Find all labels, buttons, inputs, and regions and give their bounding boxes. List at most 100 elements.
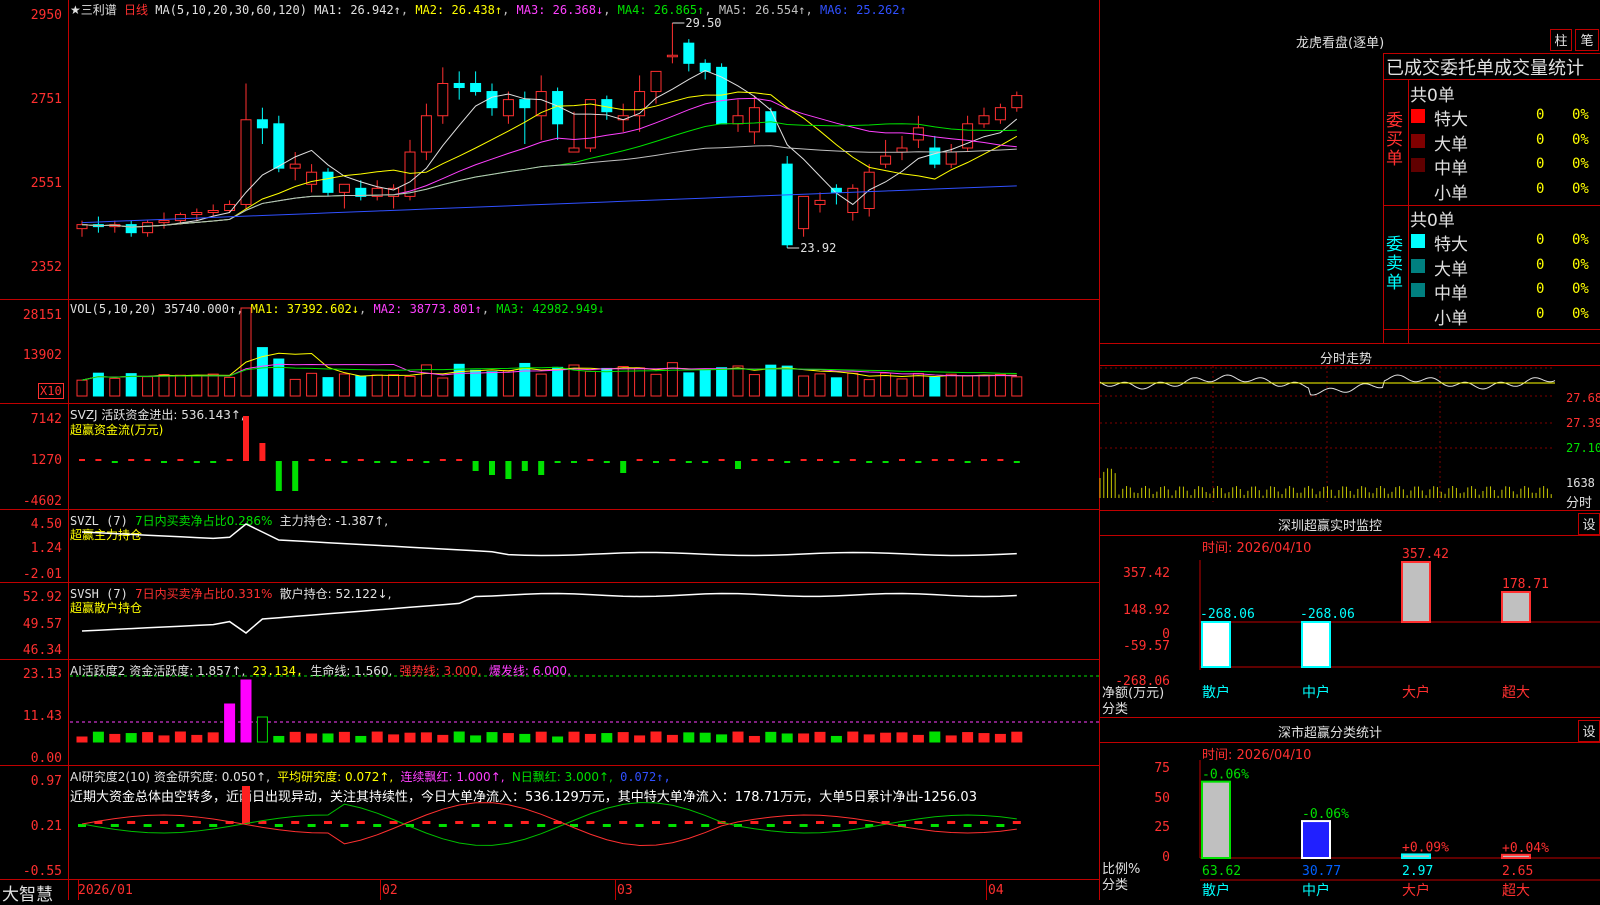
candle-body: [519, 99, 531, 109]
fund-flow-bar: [210, 461, 217, 463]
buy-row-pct: 0%: [1572, 107, 1589, 123]
fund-flow-bar: [144, 459, 151, 461]
candle-body: [1011, 95, 1023, 109]
activity-bar: [732, 731, 744, 743]
sell-row-pct: 0%: [1572, 256, 1589, 273]
activity-bar: [207, 732, 219, 743]
research-bar: [127, 821, 136, 824]
volume-bar: [322, 377, 334, 397]
sz-settings-button[interactable]: 设: [1578, 513, 1600, 535]
sz-bar: [1401, 561, 1431, 623]
candle-body: [929, 147, 941, 165]
activity-bar: [683, 732, 695, 743]
research-bar: [291, 821, 300, 824]
tick-view-button[interactable]: 笔: [1575, 29, 1599, 51]
activity-bar: [142, 732, 154, 743]
intraday-chart[interactable]: [1099, 366, 1570, 506]
activity-bar: [781, 733, 793, 743]
buy-row-name: 小单: [1434, 183, 1468, 204]
activity-bar: [371, 731, 383, 743]
activity-bar: [224, 703, 236, 743]
candle-body: [994, 107, 1006, 121]
activity-bar: [535, 731, 547, 743]
svzl-tick: 1.24: [30, 541, 62, 556]
research-tick: -0.55: [22, 864, 62, 879]
volume-bar: [896, 378, 908, 397]
class-bar: [1201, 780, 1231, 860]
sz-monitor-chart[interactable]: -268.06 散户 -268.06 中户 357.42 大户 178.71 超大: [1199, 547, 1600, 710]
buy-swatch: [1411, 133, 1425, 148]
activity-bar: [519, 733, 531, 743]
fund-flow-bar: [620, 461, 627, 473]
volume-bar: [962, 375, 974, 397]
main-holding-chart[interactable]: [70, 510, 1100, 582]
candle-body: [683, 42, 695, 64]
research-chart[interactable]: [70, 766, 1100, 880]
candlestick-chart[interactable]: 29.50 23.92: [70, 16, 1100, 300]
volume-bar: [716, 367, 728, 397]
activity-bar: [125, 733, 137, 743]
buy-row-value: 0: [1536, 156, 1545, 172]
price-tick: 2751: [30, 92, 62, 107]
fund-flow-bar: [521, 461, 528, 471]
volume-bar: [158, 374, 170, 397]
research-line: [81, 802, 1017, 846]
candle-body: [666, 54, 678, 58]
candle-body: [453, 82, 465, 89]
candle-body: [207, 210, 219, 214]
buy-swatch: [1411, 109, 1425, 123]
volume-chart[interactable]: [70, 300, 1100, 400]
activity-bar: [830, 735, 842, 743]
research-bar: [274, 824, 283, 827]
volume-bar: [584, 370, 596, 397]
svsh-tick: 49.57: [22, 617, 62, 632]
research-tick: 0.21: [30, 819, 62, 834]
class-chart[interactable]: -0.06% 63.62 散户 -0.06% 30.77 中户 +0.09% 2.97 大户 +0…: [1199, 760, 1600, 900]
ma-line: [81, 121, 1017, 228]
ma-line: [81, 91, 1018, 228]
fund-flow-bar: [259, 443, 266, 461]
fund-flow-bar: [882, 461, 889, 463]
fund-flow-bar: [423, 461, 430, 463]
intraday-tick: 1638: [1566, 476, 1595, 490]
candle-body: [470, 82, 482, 93]
fund-flow-bar: [226, 459, 233, 461]
class-settings-button[interactable]: 设: [1578, 720, 1600, 742]
volume-ma-line: [81, 366, 1017, 381]
activity-bar: [355, 735, 367, 743]
class-tick: 75: [1154, 761, 1170, 776]
sz-bar-label: -268.06: [1200, 607, 1255, 622]
activity-bar: [716, 734, 728, 743]
svzj-tick: 7142: [30, 412, 62, 427]
price-header: ★三利谱 日线 MA(5,10,20,30,60,120) MA1: 26.94…: [70, 3, 907, 17]
activity-bar: [929, 731, 941, 743]
low-label: 23.92: [800, 241, 836, 255]
stock-name[interactable]: ★三利谱: [70, 3, 117, 17]
sell-swatch: [1411, 307, 1425, 322]
activity-bar: [847, 731, 859, 743]
volume-bar: [601, 367, 613, 397]
research-bar: [373, 824, 382, 827]
svzj-tick: 1270: [30, 453, 62, 468]
volume-bar: [683, 372, 695, 397]
column-view-button[interactable]: 柱: [1550, 29, 1572, 51]
activity-bar: [502, 733, 514, 743]
period-label[interactable]: 日线: [124, 3, 148, 17]
research-bar: [389, 821, 398, 824]
volume-bar: [371, 374, 383, 397]
fund-flow-bar: [538, 461, 545, 475]
activity-bar: [962, 732, 974, 743]
volume-bar: [224, 376, 236, 397]
activity-chart[interactable]: [70, 660, 1100, 765]
volume-bar: [847, 372, 859, 397]
class-value-label: 2.97: [1402, 864, 1433, 879]
retail-holding-chart[interactable]: [70, 583, 1100, 659]
volume-bar: [109, 377, 121, 397]
fund-flow-chart[interactable]: [70, 404, 1100, 509]
sz-category-label: 散户: [1202, 684, 1230, 701]
fund-flow-bar: [931, 459, 938, 461]
research-bar: [602, 824, 611, 827]
sz-time: 时间: 2026/04/10: [1202, 541, 1312, 556]
activity-bar: [765, 731, 777, 743]
research-bar: [750, 821, 759, 824]
